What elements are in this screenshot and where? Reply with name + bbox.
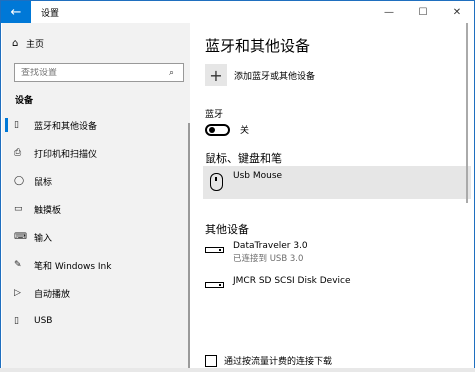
minimize-button[interactable]: —	[372, 1, 406, 23]
printer-icon: ⎙	[14, 148, 22, 158]
settings-window: ← 设置 — ☐ ✕ ⌂ 主页 ⌕ 设备 ▯ 蓝牙和其他设备 ⎙	[0, 0, 475, 372]
device-name: DataTraveler 3.0	[233, 241, 308, 251]
device-datatraveler[interactable]: DataTraveler 3.0 已连接到 USB 3.0	[205, 241, 308, 264]
taskbar-strip	[0, 368, 475, 372]
sidebar-item-bluetooth[interactable]: ▯ 蓝牙和其他设备	[2, 111, 190, 139]
bluetooth-state: 关	[240, 126, 250, 136]
bluetooth-label: 蓝牙	[205, 110, 224, 120]
section-title: 设备	[15, 96, 34, 106]
back-arrow-icon: ←	[10, 4, 22, 20]
search-input[interactable]	[15, 67, 169, 78]
mouse-keyboard-pen-title: 鼠标、键盘和笔	[205, 152, 282, 165]
sidebar-item-autoplay[interactable]: ▷ 自动播放	[2, 279, 190, 307]
device-name: Usb Mouse	[233, 171, 283, 181]
sidebar: ⌂ 主页 ⌕ 设备 ▯ 蓝牙和其他设备 ⎙ 打印机和扫描仪 ◯ 鼠标 ▭ 触摸板	[2, 23, 190, 368]
sidebar-item-label: 笔和 Windows Ink	[34, 261, 112, 272]
sidebar-item-typing[interactable]: ⌨ 输入	[2, 223, 190, 251]
bluetooth-devices-icon: ▯	[14, 120, 19, 130]
metered-checkbox[interactable]	[205, 354, 217, 367]
mouse-icon	[210, 173, 223, 191]
autoplay-icon: ▷	[14, 288, 21, 298]
sidebar-item-label: 触摸板	[34, 205, 62, 216]
sidebar-item-label: USB	[34, 316, 53, 326]
sidebar-item-mouse[interactable]: ◯ 鼠标	[2, 167, 190, 195]
sidebar-item-usb[interactable]: ▯ USB	[2, 307, 190, 335]
sidebar-nav: ▯ 蓝牙和其他设备 ⎙ 打印机和扫描仪 ◯ 鼠标 ▭ 触摸板 ⌨ 输入 ✎ 笔和…	[2, 111, 190, 335]
main-content: 蓝牙和其他设备 + 添加蓝牙或其他设备 蓝牙 关 鼠标、键盘和笔 Usb Mou…	[190, 23, 474, 371]
sidebar-item-label: 鼠标	[34, 177, 53, 188]
search-icon[interactable]: ⌕	[169, 68, 183, 78]
device-usb-mouse[interactable]: Usb Mouse	[203, 166, 471, 199]
metered-download-row: 通过按流量计费的连接下载	[205, 354, 332, 367]
sidebar-item-touchpad[interactable]: ▭ 触摸板	[2, 195, 190, 223]
sidebar-item-label: 自动播放	[34, 289, 71, 300]
maximize-button[interactable]: ☐	[406, 1, 440, 23]
plus-icon: +	[205, 64, 227, 86]
toggle-knob	[209, 126, 215, 133]
home-icon: ⌂	[12, 38, 19, 49]
pen-icon: ✎	[14, 260, 22, 270]
minimize-icon: —	[384, 6, 394, 18]
sidebar-item-pen[interactable]: ✎ 笔和 Windows Ink	[2, 251, 190, 279]
drive-icon	[205, 282, 224, 288]
device-status: 已连接到 USB 3.0	[233, 254, 304, 264]
home-label: 主页	[26, 40, 45, 50]
back-button[interactable]: ←	[1, 1, 31, 23]
touchpad-icon: ▭	[14, 204, 23, 214]
device-info: DataTraveler 3.0 已连接到 USB 3.0	[233, 241, 308, 264]
close-button[interactable]: ✕	[440, 1, 474, 23]
window-title: 设置	[41, 8, 60, 19]
sidebar-item-label: 输入	[34, 233, 53, 244]
sidebar-home[interactable]: ⌂ 主页	[12, 37, 44, 50]
bluetooth-toggle[interactable]	[205, 123, 230, 136]
search-box[interactable]: ⌕	[14, 63, 184, 82]
sidebar-item-printers[interactable]: ⎙ 打印机和扫描仪	[2, 139, 190, 167]
page-title: 蓝牙和其他设备	[205, 37, 311, 55]
main-scrollbar[interactable]	[466, 23, 468, 203]
close-icon: ✕	[452, 6, 462, 18]
add-device-button[interactable]: + 添加蓝牙或其他设备	[205, 64, 315, 86]
title-bar: ← 设置 — ☐ ✕	[1, 1, 474, 23]
drive-icon	[205, 247, 224, 253]
maximize-icon: ☐	[418, 6, 428, 18]
usb-icon: ▯	[14, 316, 19, 326]
mouse-icon: ◯	[14, 176, 25, 186]
add-device-label: 添加蓝牙或其他设备	[234, 71, 316, 82]
device-name: JMCR SD SCSI Disk Device	[233, 276, 351, 286]
keyboard-icon: ⌨	[14, 232, 27, 242]
sidebar-item-label: 蓝牙和其他设备	[34, 121, 98, 132]
device-info: JMCR SD SCSI Disk Device	[233, 276, 351, 286]
other-devices-title: 其他设备	[205, 223, 249, 236]
metered-label: 通过按流量计费的连接下载	[224, 357, 333, 367]
sidebar-item-label: 打印机和扫描仪	[34, 149, 98, 160]
bluetooth-toggle-row: 关	[205, 123, 249, 136]
device-jmcr-sd[interactable]: JMCR SD SCSI Disk Device	[205, 276, 351, 288]
